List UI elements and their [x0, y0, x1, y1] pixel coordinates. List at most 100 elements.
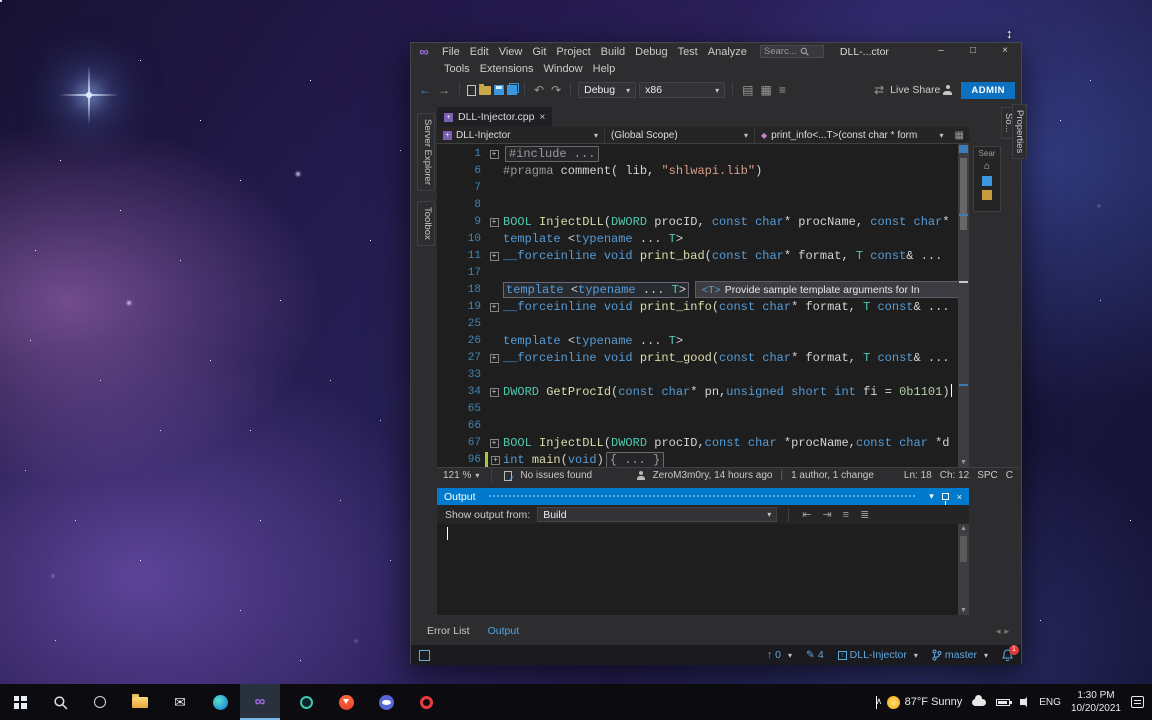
fold-plus-icon[interactable]: + [490, 303, 499, 312]
git-repository-button[interactable]: ↑ DLL-Injector ▾ [838, 649, 918, 661]
live-share-button[interactable]: ⇄ Live Share [872, 83, 940, 97]
scroll-down-arrow-icon[interactable]: ▼ [958, 607, 969, 614]
fold-plus-icon[interactable]: + [490, 354, 499, 363]
find-in-files-icon[interactable]: ▦ [758, 83, 773, 97]
editor-scrollbar[interactable]: ▼ [958, 144, 969, 467]
code-line-9[interactable]: 9+BOOL InjectDLL(DWORD procID, const cha… [437, 214, 958, 231]
fold-plus-icon[interactable]: + [490, 252, 499, 261]
issues-label[interactable]: No issues found [520, 470, 592, 481]
menu-help[interactable]: Help [588, 63, 621, 75]
previous-message-icon[interactable]: ⇤ [800, 508, 813, 521]
filter-icon[interactable] [982, 190, 992, 200]
close-tab-icon[interactable]: × [539, 112, 545, 123]
code-line-11[interactable]: 11+__forceinline void print_bad(const ch… [437, 248, 958, 265]
member-dropdown[interactable]: ◆ print_info<...T>(const char * form ▾ [755, 127, 950, 143]
fold-marker[interactable]: + [485, 384, 503, 401]
fold-marker[interactable]: + [485, 248, 503, 265]
code-line-66[interactable]: 66 [437, 418, 958, 435]
action-center-icon[interactable] [1131, 696, 1144, 708]
fold-marker[interactable]: + [485, 214, 503, 231]
code-line-25[interactable]: 25 [437, 316, 958, 333]
menu-build[interactable]: Build [596, 46, 630, 58]
menu-test[interactable]: Test [673, 46, 703, 58]
word-wrap-icon[interactable]: ≣ [858, 508, 871, 521]
document-tab[interactable]: + DLL-Injector.cpp × [437, 107, 552, 127]
menu-git[interactable]: Git [527, 46, 551, 58]
indent-indicator[interactable]: SPC [977, 470, 998, 481]
opera-button[interactable] [406, 684, 446, 720]
code-line-8[interactable]: 8 [437, 197, 958, 214]
background-tasks-icon[interactable] [419, 650, 430, 661]
git-branch-button[interactable]: master ▾ [932, 649, 988, 661]
properties-tab[interactable]: Properties [1012, 104, 1027, 159]
notifications-button[interactable]: 1 [1002, 649, 1013, 661]
sync-icon[interactable] [982, 176, 992, 186]
menu-file[interactable]: File [437, 46, 465, 58]
language-indicator[interactable]: ENG [1039, 697, 1061, 708]
git-push-button[interactable]: ↑ 0 ▾ [767, 649, 792, 661]
project-dropdown[interactable]: + DLL-Injector ▾ [437, 127, 605, 143]
collapsed-region[interactable]: { ... } [606, 452, 664, 467]
brave-button[interactable] [326, 684, 366, 720]
taskbar-search-button[interactable] [40, 684, 80, 720]
undo-icon[interactable]: ↶ [532, 83, 546, 97]
fold-plus-icon[interactable]: + [490, 218, 499, 227]
pin-icon[interactable] [942, 493, 949, 500]
scrollbar-map-button[interactable] [959, 145, 968, 153]
output-scrollbar[interactable]: ▲ ▼ [958, 524, 969, 615]
visual-studio-taskbar-button[interactable]: ∞ [240, 684, 280, 720]
menu-tools[interactable]: Tools [439, 63, 475, 75]
redo-icon[interactable]: ↷ [549, 83, 563, 97]
toolbox-tab[interactable]: Toolbox [417, 201, 435, 246]
hidden-icons-caret[interactable]: ∧ [876, 696, 877, 709]
open-file-icon[interactable] [479, 86, 491, 95]
server-explorer-tab[interactable]: Server Explorer [417, 113, 435, 191]
column-indicator[interactable]: Ch: 12 [940, 470, 969, 481]
clear-all-icon[interactable]: ≡ [841, 509, 851, 521]
tab-scroll-arrows[interactable]: ◂▸ [996, 626, 1013, 637]
menu-project[interactable]: Project [551, 46, 595, 58]
change-info[interactable]: 1 author, 1 change [791, 470, 874, 481]
code-line-1[interactable]: 1+#include ... [437, 146, 958, 163]
code-line-67[interactable]: 67+BOOL InjectDLL(DWORD procID,const cha… [437, 435, 958, 452]
split-window-icon[interactable]: ▦ [950, 130, 969, 141]
next-message-icon[interactable]: ⇥ [820, 508, 833, 521]
taskbar-clock[interactable]: 1:30 PM 10/20/2021 [1071, 689, 1121, 715]
output-text-area[interactable] [437, 524, 958, 615]
fold-marker[interactable]: + [485, 452, 503, 467]
code-line-19[interactable]: 19+__forceinline void print_info(const c… [437, 299, 958, 316]
code-line-6[interactable]: 6#pragma comment( lib, "shlwapi.lib") [437, 163, 958, 180]
maximize-button[interactable]: □ [957, 43, 989, 60]
code-line-26[interactable]: 26template <typename ... T> [437, 333, 958, 350]
zoom-dropdown[interactable]: 121 % ▾ [443, 470, 479, 481]
solution-explorer-collapsed-panel[interactable]: Sear ⌂ [973, 146, 1001, 212]
line-indicator[interactable]: Ln: 18 [904, 470, 932, 481]
menu-extensions[interactable]: Extensions [475, 63, 539, 75]
cortana-button[interactable] [80, 684, 120, 720]
output-panel-header[interactable]: Output ▾ × [437, 488, 969, 505]
home-icon[interactable]: ⌂ [984, 162, 990, 172]
volume-icon[interactable] [1020, 699, 1025, 705]
menu-view[interactable]: View [494, 46, 528, 58]
solution-platform-dropdown[interactable]: x86 ▾ [639, 82, 725, 98]
eol-indicator[interactable]: C [1006, 470, 1013, 481]
quick-search-input[interactable]: Searc... [760, 45, 824, 58]
close-button[interactable]: × [989, 43, 1021, 60]
scope-dropdown[interactable]: (Global Scope) ▾ [605, 127, 755, 143]
navigate-forward-icon[interactable]: → [436, 83, 452, 97]
menu-edit[interactable]: Edit [465, 46, 494, 58]
fold-marker[interactable]: + [485, 350, 503, 367]
menu-debug[interactable]: Debug [630, 46, 672, 58]
file-explorer-button[interactable] [120, 684, 160, 720]
minimize-button[interactable]: – [925, 43, 957, 60]
code-line-96[interactable]: 96+int main(void){ ... } [437, 452, 958, 467]
save-all-icon[interactable] [507, 85, 517, 95]
title-bar[interactable]: ∞ FileEditViewGitProjectBuildDebugTestAn… [411, 43, 1021, 77]
document-health-icon[interactable] [504, 471, 512, 481]
fold-plus-icon[interactable]: + [490, 439, 499, 448]
discord-button[interactable] [366, 684, 406, 720]
collapsed-region[interactable]: #include ... [505, 146, 599, 162]
code-line-33[interactable]: 33 [437, 367, 958, 384]
scrollbar-thumb[interactable] [960, 536, 967, 562]
output-tab[interactable]: Output [480, 623, 528, 639]
